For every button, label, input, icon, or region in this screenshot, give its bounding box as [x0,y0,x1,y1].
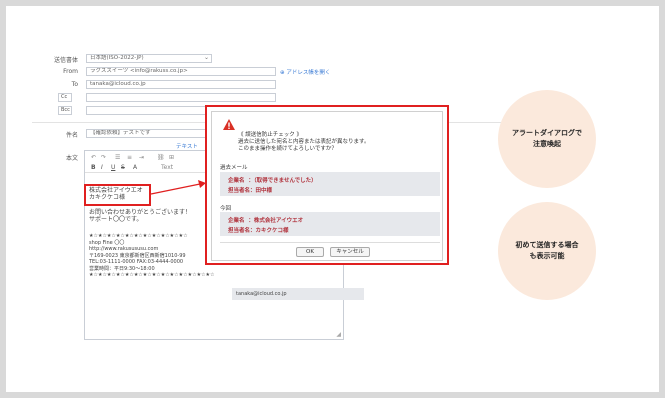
pointer-arrow [150,180,206,195]
ok-button[interactable]: OK [296,247,324,257]
current-label: 今回 [220,206,232,212]
current-person-row: 担当者名：カキクケコ様 [228,226,289,234]
from-label: From [63,68,78,75]
greeting-line-2: サポート〇〇です。 [89,216,143,223]
past-mail-label: 過去メール [220,165,248,171]
text-mode-link[interactable]: テキスト [176,142,198,150]
align-icon[interactable]: ⊞ [169,154,174,161]
encoding-label: 送信書体 [53,57,78,64]
greeting-block: お問い合わせありがとうございます！ サポート〇〇です。 [89,209,191,223]
greeting-line-1: お問い合わせありがとうございます！ [89,209,192,216]
current-person-label: 担当者名： [228,228,256,234]
callout-first-line2: も表示可能 [529,252,565,260]
current-person-value: カキクケコ様 [255,228,289,234]
undo-icon[interactable]: ↶ [91,154,96,161]
dialog-panel: 《 誤送信防止チェック 》 過去に送信した宛名と内容または表記が異なります。 こ… [211,111,443,261]
dialog-message-2: このまま操作を続けてよろしいですか？ [238,146,337,152]
text-style-select[interactable]: Text [161,164,173,171]
alert-dialog: 《 誤送信防止チェック 》 過去に送信した宛名と内容または表記が異なります。 こ… [205,105,449,265]
current-mail-box: 企業名 ：株式会社アイウエオ 担当者名：カキクケコ様 [220,212,440,236]
redo-icon[interactable]: ↷ [101,154,106,161]
current-company-value: ：株式会社アイウエオ [248,218,304,224]
bcc-select[interactable]: Bcc [58,106,72,115]
encoding-select[interactable]: 日本語(ISO-2022-JP) [86,54,212,63]
callout-alert: アラートダイアログで 注意喚起 [498,90,596,188]
current-company-row: 企業名 ：株式会社アイウエオ [228,216,303,224]
address-book-link[interactable]: ⊕ アドレス帳を開く [280,68,330,76]
signature-line: ★☆★☆★☆★☆★☆★☆★☆★☆★☆★☆★☆★☆★☆★☆ [89,272,215,278]
indent-icon[interactable]: ⇥ [139,154,144,161]
callout-alert-line1: アラートダイアログで [512,129,582,137]
body-label: 本文 [65,155,78,162]
link-icon[interactable]: ⛓ [157,154,165,161]
italic-icon[interactable]: I [101,164,103,171]
past-company-row: 企業名 ：（取得できませんでした） [228,176,317,184]
signature-block: ★☆★☆★☆★☆★☆★☆★☆★☆★☆★☆★☆ shop Fine 〇〇 http… [89,233,215,279]
to-label: To [71,81,78,88]
numbered-list-icon[interactable]: ≡ [127,154,132,161]
callout-alert-line2: 注意喚起 [533,140,561,148]
past-mail-box: 企業名 ：（取得できませんでした） 担当者名：田中様 [220,172,440,196]
dialog-divider [220,242,440,243]
cancel-button[interactable]: キャンセル [330,247,370,257]
past-person-value: 田中様 [255,188,273,194]
cc-field[interactable] [86,93,276,102]
strike-icon[interactable]: S [121,164,125,171]
to-field[interactable]: tanaka@icloud.co.jp [86,80,276,89]
past-company-label: 企業名 [228,178,245,184]
chevron-down-icon: ⌄ [204,54,210,61]
from-select[interactable]: ラクススイーツ <info@rakuss.co.jp> [86,67,276,76]
list-icon[interactable]: ☰ [115,154,120,161]
address-book-link-label: アドレス帳を開く [286,70,331,76]
current-company-label: 企業名 [228,218,245,224]
underline-icon[interactable]: U [111,164,115,171]
resize-handle-icon[interactable]: ◢ [336,331,341,338]
warning-icon [223,119,235,130]
font-color-icon[interactable]: A [133,164,137,171]
callout-first-send: 初めて送信する場合 も表示可能 [498,202,596,300]
subject-label: 件名 [65,132,78,139]
past-company-value: ：（取得できませんでした） [248,178,317,184]
recipient-summary: tanaka@icloud.co.jp [232,288,364,300]
subject-field[interactable]: 【確認依頼】テストです [86,129,206,138]
past-person-row: 担当者名：田中様 [228,186,272,194]
past-person-label: 担当者名： [228,188,256,194]
cc-select[interactable]: Cc [58,93,72,102]
bold-icon[interactable]: B [91,164,96,171]
plus-icon: ⊕ [280,70,285,76]
callout-first-line1: 初めて送信する場合 [515,241,579,249]
name-highlight-box [84,184,151,206]
